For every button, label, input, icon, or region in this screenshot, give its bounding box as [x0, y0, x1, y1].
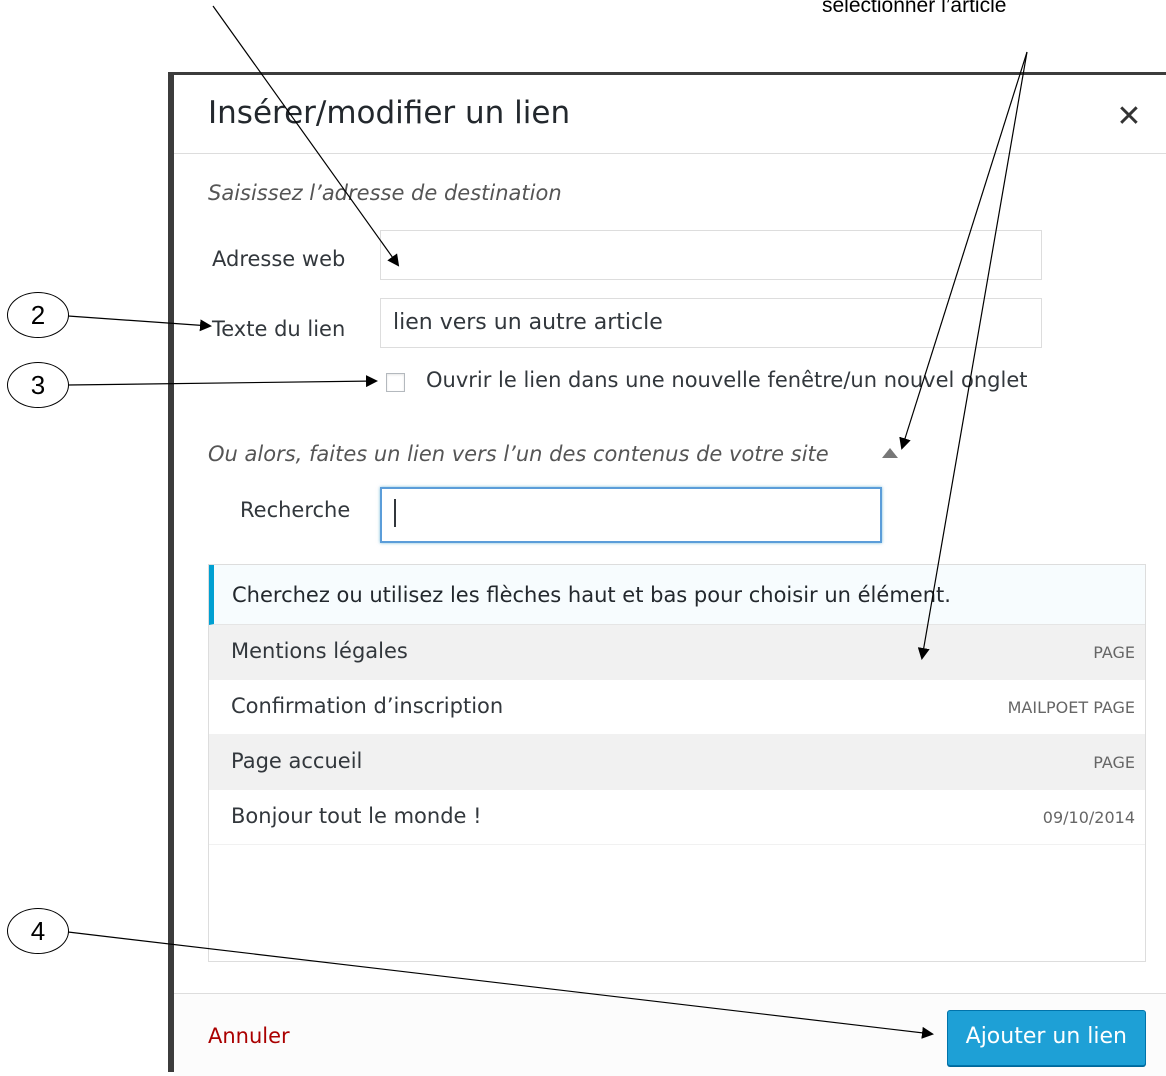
result-date: 09/10/2014 [1042, 808, 1135, 827]
callout-2: 2 [7, 292, 69, 338]
annotation-label: sélectionner l’article [822, 0, 1007, 17]
result-title: Mentions légales [231, 639, 408, 663]
result-title: Page accueil [231, 749, 363, 773]
result-title: Confirmation d’inscription [231, 694, 504, 718]
callout-4: 4 [7, 908, 69, 954]
result-type: PAGE [1093, 643, 1135, 662]
content-section-note: Ou alors, faites un lien vers l’un des c… [208, 442, 829, 466]
search-input[interactable] [380, 487, 882, 543]
callout-3: 3 [7, 362, 69, 408]
cancel-link[interactable]: Annuler [208, 1024, 290, 1048]
link-text-input[interactable]: lien vers un autre article [380, 298, 1042, 348]
result-item[interactable]: Bonjour tout le monde ! 09/10/2014 [209, 790, 1145, 845]
text-caret [394, 499, 396, 527]
results-hint: Cherchez ou utilisez les flèches haut et… [209, 565, 1145, 625]
toggle-triangle-icon[interactable] [882, 448, 898, 458]
url-input[interactable] [380, 230, 1042, 280]
dialog-footer: Annuler Ajouter un lien [174, 993, 1166, 1076]
close-icon[interactable]: ✕ [1114, 99, 1144, 134]
insert-link-dialog: Insérer/modifier un lien ✕ Saisissez l’a… [168, 72, 1166, 1076]
results-list[interactable]: Cherchez ou utilisez les flèches haut et… [208, 564, 1146, 962]
result-type: PAGE [1093, 753, 1135, 772]
new-tab-checkbox[interactable] [386, 373, 405, 392]
search-label: Recherche [240, 498, 351, 522]
result-item[interactable]: Confirmation d’inscription MAILPOET PAGE [209, 680, 1145, 735]
result-title: Bonjour tout le monde ! [231, 804, 482, 828]
add-link-button[interactable]: Ajouter un lien [946, 1010, 1146, 1066]
url-section-note: Saisissez l’adresse de destination [208, 181, 562, 205]
dialog-header: Insérer/modifier un lien ✕ [174, 75, 1166, 154]
link-text-label: Texte du lien [212, 317, 346, 341]
result-type: MAILPOET PAGE [1007, 698, 1135, 717]
url-label: Adresse web [212, 247, 346, 271]
result-item[interactable]: Page accueil PAGE [209, 735, 1145, 790]
result-item[interactable]: Mentions légales PAGE [209, 625, 1145, 680]
dialog-title: Insérer/modifier un lien [208, 95, 571, 131]
new-tab-label[interactable]: Ouvrir le lien dans une nouvelle fenêtre… [426, 368, 1028, 392]
